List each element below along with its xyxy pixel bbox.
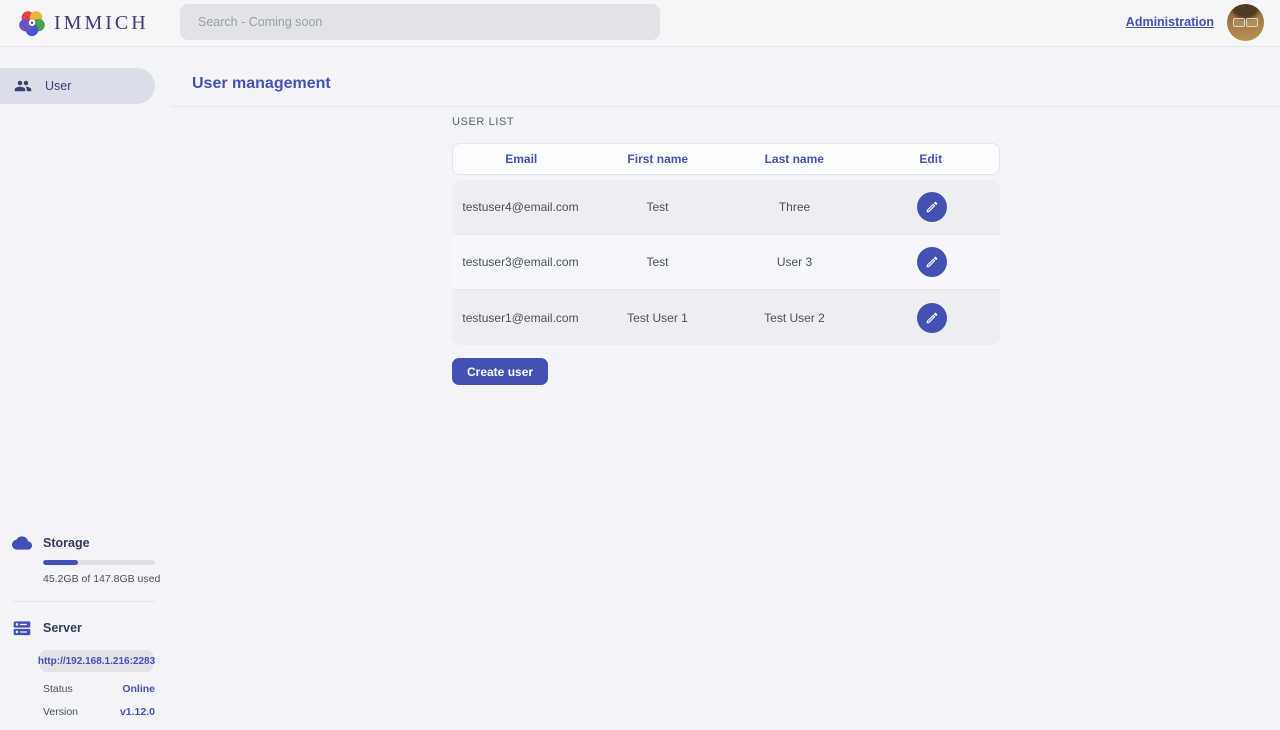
cloud-icon [12,533,32,553]
user-edit-cell [863,303,1000,333]
user-first-name-cell: Test [589,200,726,214]
user-email-cell: testuser1@email.com [452,311,589,325]
top-bar: IMMICH Administration [0,0,1280,47]
server-panel: Server http://192.168.1.216:2283 Status … [0,618,170,718]
sidebar-divider [12,601,155,602]
table-row: testuser3@email.com Test User 3 [452,235,1000,290]
sidebar-item-label: User [45,79,71,93]
server-url-badge: http://192.168.1.216:2283 [40,650,153,672]
storage-progress-bar [43,560,155,565]
users-group-icon [14,77,32,95]
server-version-value: v1.12.0 [120,706,155,718]
pencil-icon [925,311,939,325]
user-email-cell: testuser3@email.com [452,255,589,269]
immich-flower-icon [17,8,47,38]
administration-link[interactable]: Administration [1126,15,1214,29]
table-row: testuser4@email.com Test Three [452,180,1000,235]
server-header: Server [0,618,170,638]
user-table-header: Email First name Last name Edit [452,143,1000,175]
storage-usage-text: 45.2GB of 147.8GB used [43,573,170,585]
table-row: testuser1@email.com Test User 1 Test Use… [452,290,1000,345]
section-label: USER LIST [452,116,1000,128]
admin-sidebar: User Storage 45.2GB of 147.8GB used [0,47,170,730]
storage-progress-fill [43,560,78,565]
storage-title: Storage [43,536,90,550]
user-last-name-cell: Test User 2 [726,311,863,325]
edit-user-button[interactable] [917,247,947,277]
edit-user-button[interactable] [917,303,947,333]
title-divider [171,106,1280,107]
edit-user-button[interactable] [917,192,947,222]
server-version-label: Version [43,706,78,718]
server-icon [12,618,32,638]
column-header-email: Email [453,152,590,166]
user-table-body: testuser4@email.com Test Three testuser3… [452,180,1000,345]
server-status-value: Online [122,683,155,695]
user-list-section: USER LIST Email First name Last name Edi… [452,116,1000,385]
immich-logo-link[interactable]: IMMICH [17,0,149,46]
pencil-icon [925,200,939,214]
user-last-name-cell: User 3 [726,255,863,269]
user-first-name-cell: Test User 1 [589,311,726,325]
create-user-button[interactable]: Create user [452,358,548,385]
user-last-name-cell: Three [726,200,863,214]
server-version-row: Version v1.12.0 [43,706,155,718]
storage-header: Storage [0,533,170,553]
main-content: User management USER LIST Email First na… [170,47,1280,730]
user-email-cell: testuser4@email.com [452,200,589,214]
user-edit-cell [863,192,1000,222]
search-input[interactable] [180,4,660,40]
column-header-edit: Edit [863,152,1000,166]
brand-wordmark: IMMICH [54,12,149,35]
column-header-first-name: First name [590,152,727,166]
page-title: User management [192,75,331,93]
server-status-label: Status [43,683,73,695]
user-avatar[interactable] [1227,4,1264,41]
user-edit-cell [863,247,1000,277]
user-first-name-cell: Test [589,255,726,269]
column-header-last-name: Last name [726,152,863,166]
sidebar-nav: User [0,47,170,104]
server-title: Server [43,621,82,635]
sidebar-item-user[interactable]: User [0,68,155,104]
sidebar-status-panel: Storage 45.2GB of 147.8GB used Server ht… [0,533,170,730]
server-status-row: Status Online [43,683,155,695]
pencil-icon [925,255,939,269]
